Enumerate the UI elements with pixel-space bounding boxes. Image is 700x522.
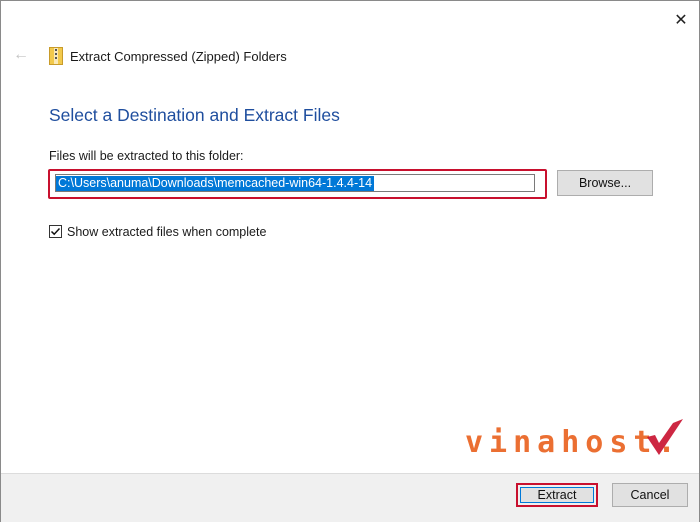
extract-button[interactable]: Extract (520, 487, 594, 503)
dialog-title: Extract Compressed (Zipped) Folders (70, 49, 287, 64)
extract-dialog: ✕ ← Extract Compressed (Zipped) Folders … (0, 0, 700, 522)
checkmark-icon (50, 227, 61, 236)
zip-folder-icon (49, 47, 63, 65)
close-button[interactable]: ✕ (671, 11, 691, 31)
destination-path-text[interactable]: C:\Users\anuma\Downloads\memcached-win64… (56, 176, 375, 191)
back-button[interactable]: ← (13, 45, 33, 65)
check-mark-icon (647, 419, 683, 455)
destination-label: Files will be extracted to this folder: (49, 149, 244, 163)
back-arrow-icon: ← (13, 46, 29, 63)
show-files-label: Show extracted files when complete (67, 225, 267, 239)
watermark-logo: vinahost. (465, 415, 685, 463)
cancel-button[interactable]: Cancel (612, 483, 688, 507)
show-files-checkbox[interactable] (49, 225, 62, 238)
browse-button[interactable]: Browse... (557, 170, 653, 196)
close-icon: ✕ (674, 12, 688, 29)
destination-highlight: C:\Users\anuma\Downloads\memcached-win64… (48, 169, 547, 199)
page-heading: Select a Destination and Extract Files (49, 105, 340, 125)
extract-highlight: Extract (516, 483, 598, 507)
